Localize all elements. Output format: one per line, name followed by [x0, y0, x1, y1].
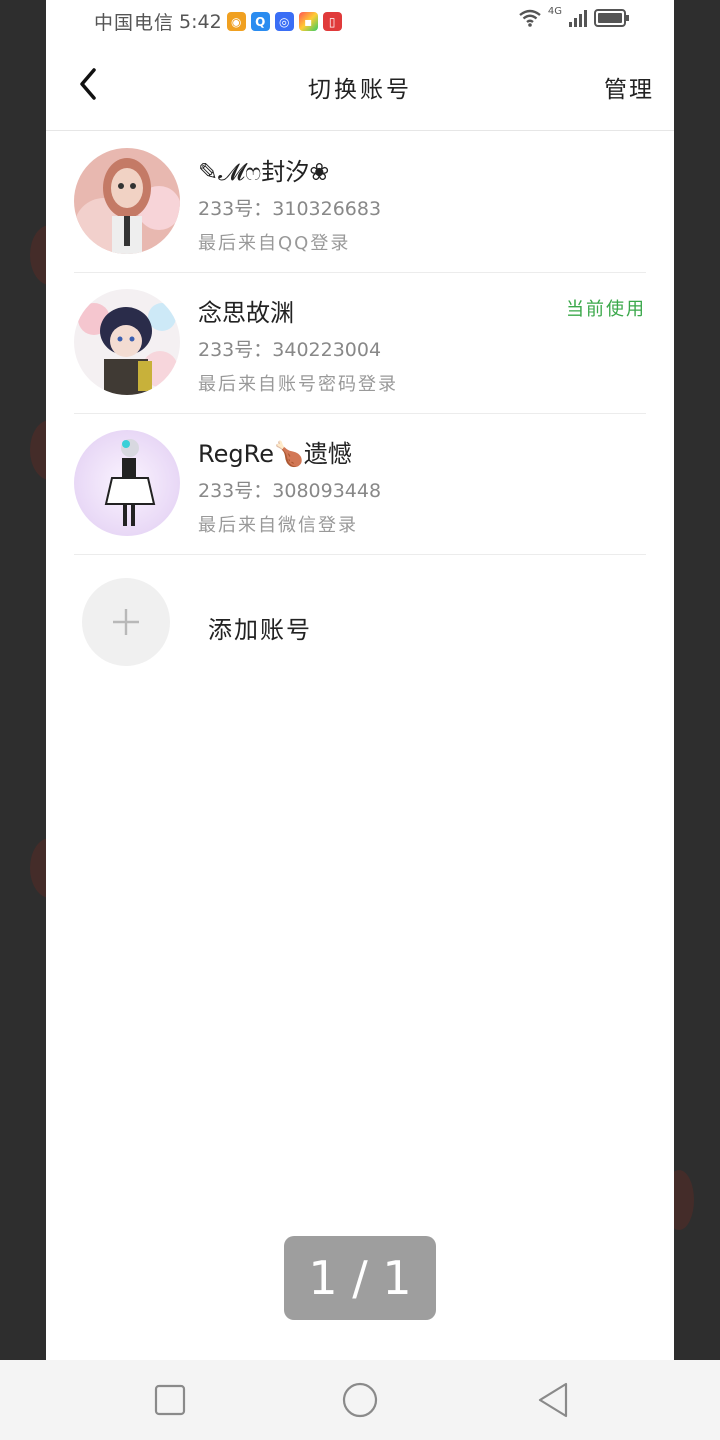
status-left: 中国电信 5:42 ◉ Q ◎ ▪ ▯ [94, 8, 342, 35]
back-nav-button[interactable] [534, 1380, 574, 1420]
last-login-method: 最后来自微信登录 [198, 515, 358, 536]
wifi-icon [519, 9, 541, 27]
system-nav-bar [0, 1360, 720, 1440]
page-title: 切换账号 [308, 77, 412, 103]
add-account-button[interactable]: 添加账号 [82, 578, 582, 668]
account-name: 念思故渊 [198, 299, 294, 327]
plus-icon [113, 609, 139, 635]
last-login-method: 最后来自QQ登录 [198, 233, 351, 254]
account-id: 233号：308093448 [198, 480, 382, 502]
page-indicator: 1 / 1 [284, 1236, 436, 1320]
account-id: 233号：310326683 [198, 198, 382, 220]
reader-icon: ▯ [322, 12, 342, 31]
home-button[interactable] [340, 1380, 380, 1420]
avatar [74, 148, 180, 254]
battery-icon [594, 9, 629, 27]
background-left-edge [0, 0, 46, 1360]
account-list: ✎𝓜ෆ封汐❀ 233号：310326683 最后来自QQ登录 念思故渊 233号… [74, 132, 646, 555]
browser-icon: Q [250, 12, 270, 31]
account-id: 233号：340223004 [198, 339, 382, 361]
avatar [74, 289, 180, 395]
account-item-current[interactable]: 念思故渊 233号：340223004 最后来自账号密码登录 当前使用 [74, 273, 646, 414]
carrier-label: 中国电信 [94, 12, 175, 34]
signal-icon [569, 10, 587, 27]
account-item[interactable]: ✎𝓜ෆ封汐❀ 233号：310326683 最后来自QQ登录 [74, 132, 646, 273]
last-login-method: 最后来自账号密码登录 [198, 374, 398, 395]
clock: 5:42 [179, 10, 222, 33]
add-circle [82, 578, 170, 666]
background-right-edge [674, 0, 720, 1360]
recents-button[interactable] [150, 1380, 190, 1420]
network-type: 4G [547, 5, 562, 17]
header-bar: 切换账号 管理 [46, 40, 674, 131]
status-right: 4G [518, 5, 630, 28]
switch-account-panel: 中国电信 5:42 ◉ Q ◎ ▪ ▯ 4G 切换账号 管理 ✎𝓜ෆ封汐❀ 23… [46, 0, 674, 1360]
current-account-badge: 当前使用 [566, 299, 646, 320]
status-bar: 中国电信 5:42 ◉ Q ◎ ▪ ▯ 4G [46, 0, 674, 40]
account-name: RegRe🍗遗憾 [198, 440, 352, 468]
account-name: ✎𝓜ෆ封汐❀ [198, 158, 330, 186]
store-icon: ▪ [298, 12, 318, 31]
avatar [74, 430, 180, 536]
account-item[interactable]: RegRe🍗遗憾 233号：308093448 最后来自微信登录 [74, 414, 646, 555]
qq-browser-icon: ◎ [274, 12, 294, 31]
manage-button[interactable]: 管理 [604, 70, 654, 104]
add-account-label: 添加账号 [208, 616, 312, 644]
weibo-icon: ◉ [226, 12, 246, 31]
